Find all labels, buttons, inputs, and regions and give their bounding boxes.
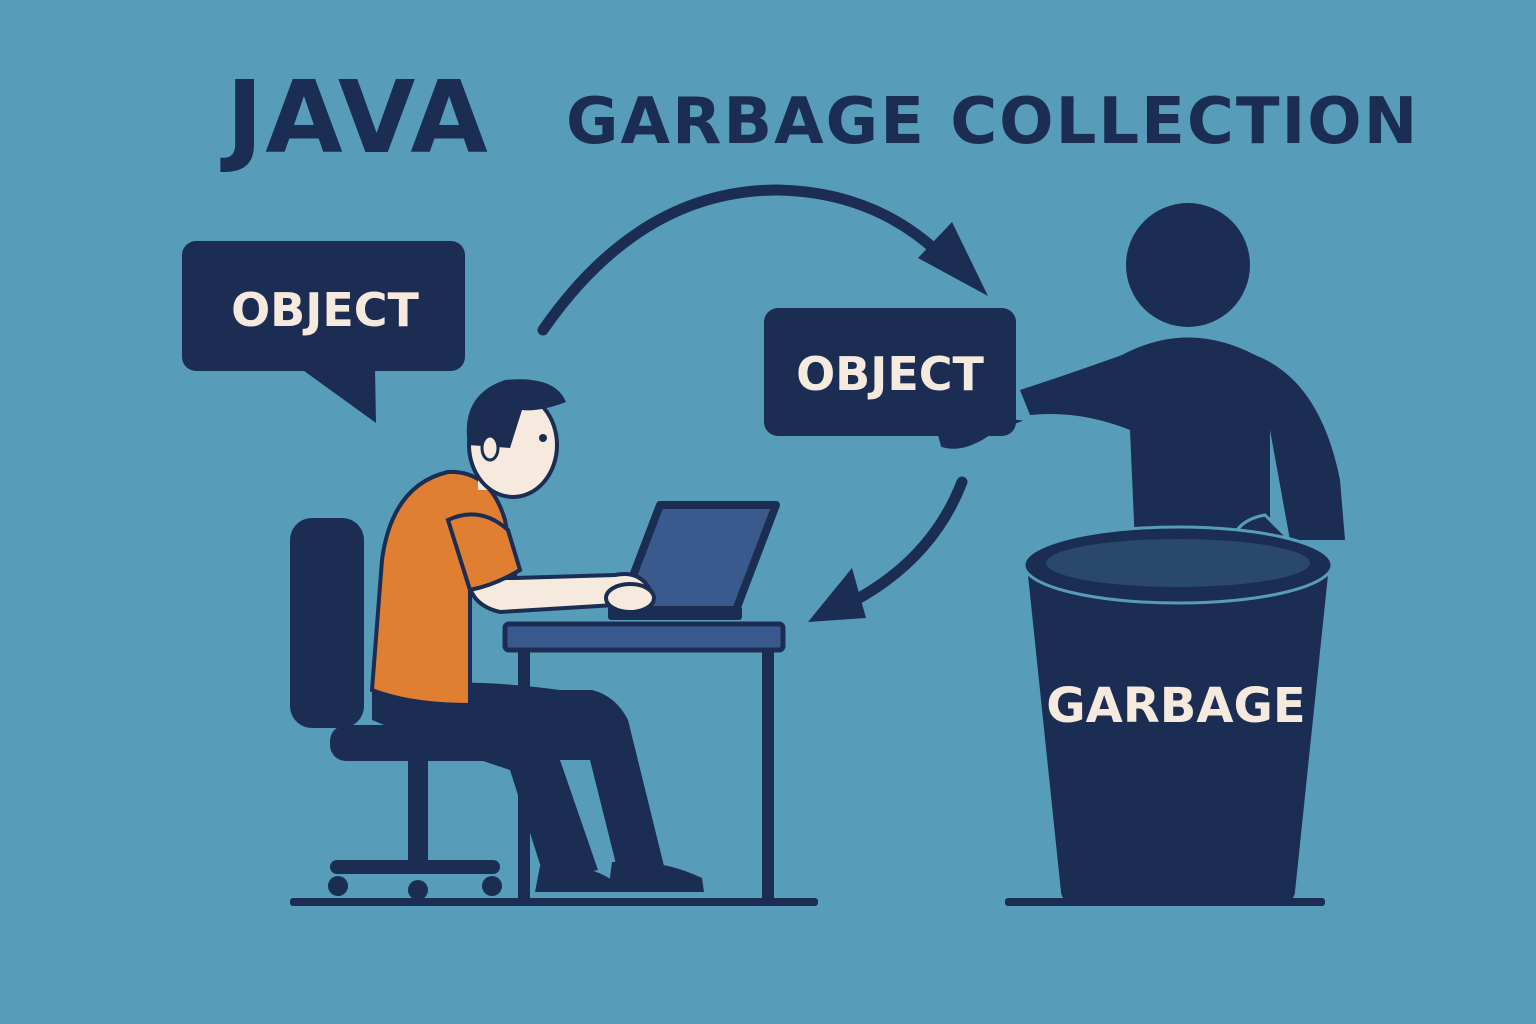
floor-line — [290, 898, 818, 906]
held-object-label: OBJECT — [796, 347, 984, 401]
garbage-can: GARBAGE — [1022, 525, 1334, 902]
object-speech-bubble: OBJECT — [182, 241, 465, 423]
garbage-collection-illustration: OBJECT OBJECT GARBAGE — [182, 184, 1345, 906]
held-object-box: OBJECT — [764, 308, 1016, 436]
arrow-bottom-cycle — [808, 476, 968, 622]
garbage-can-label: GARBAGE — [1046, 678, 1305, 734]
speech-bubble-label: OBJECT — [231, 283, 419, 337]
